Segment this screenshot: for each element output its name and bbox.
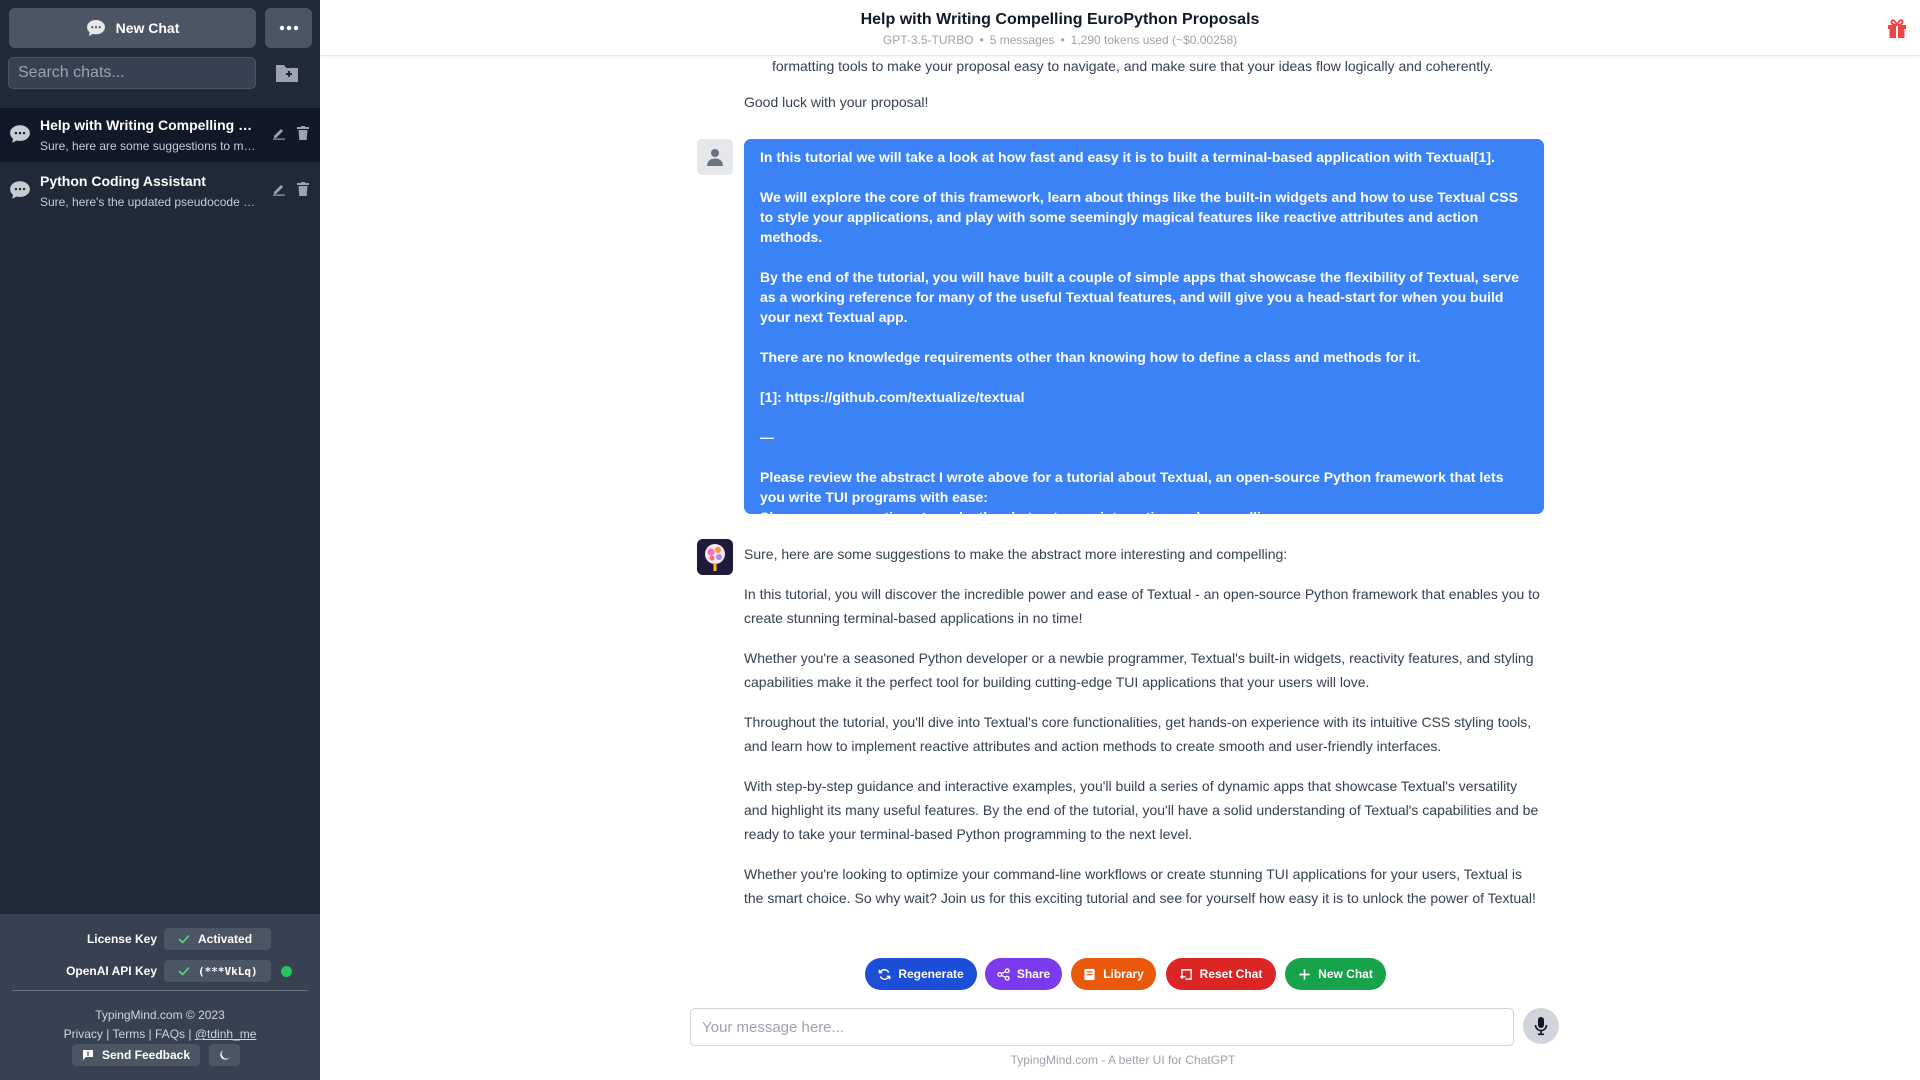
user-message: In this tutorial we will take a look at … (744, 139, 1544, 525)
footer-links: Privacy | Terms | FAQs | @tdinh_me (0, 1027, 320, 1041)
chat-item-preview: Sure, here's the updated pseudocode for … (40, 195, 258, 209)
meta-separator: • (979, 33, 984, 47)
assistant-message-paragraph: Sure, here are some suggestions to make … (744, 546, 1288, 562)
privacy-link[interactable]: Privacy (64, 1027, 103, 1041)
chat-bubble-icon (86, 20, 105, 36)
reset-chat-button[interactable]: Reset Chat (1166, 958, 1276, 990)
microphone-icon (1534, 1017, 1548, 1036)
footer-tagline: TypingMind.com - A better UI for ChatGPT (1010, 1053, 1236, 1067)
edit-pencil-icon[interactable] (272, 182, 286, 196)
share-label: Share (1016, 967, 1051, 981)
edit-pencil-icon[interactable] (272, 126, 286, 140)
regenerate-icon (878, 968, 891, 980)
chat-item-title: Help with Writing Compelling EuroPython … (40, 117, 258, 133)
chat-item-title: Python Coding Assistant (40, 173, 206, 189)
license-key-label: License Key (86, 932, 157, 946)
reset-chat-label: Reset Chat (1199, 967, 1263, 981)
new-chat-action-button[interactable]: New Chat (1285, 958, 1386, 990)
regenerate-button[interactable]: Regenerate (865, 958, 977, 990)
brain-icon (697, 539, 733, 575)
message-count: 5 messages (989, 33, 1055, 47)
twitter-handle-link[interactable]: @tdinh_me (195, 1027, 257, 1041)
license-key-status[interactable]: Activated (164, 928, 271, 950)
share-button[interactable]: Share (985, 958, 1062, 990)
assistant-message-paragraph: Whether you're a seasoned Python develop… (744, 650, 1534, 690)
sidebar: New Chat Help with Writing Compelling Eu… (0, 0, 320, 1080)
user-message-paragraph: [1]: https://github.com/textualize/textu… (760, 389, 1025, 405)
reset-icon (1179, 968, 1192, 981)
assistant-message-paragraph: With step-by-step guidance and interacti… (744, 778, 1539, 842)
chat-title: Help with Writing Compelling EuroPython … (860, 11, 1260, 28)
link-separator: | (106, 1027, 110, 1041)
previous-message-fragment: formatting tools to make your proposal e… (772, 58, 1494, 74)
chat-bubble-icon (10, 125, 30, 143)
previous-message-closing: Good luck with your proposal! (744, 94, 929, 110)
license-key-value: Activated (198, 932, 253, 946)
new-chat-button[interactable]: New Chat (9, 8, 256, 48)
assistant-message-paragraph: In this tutorial, you will discover the … (744, 586, 1540, 626)
assistant-message: Sure, here are some suggestions to make … (744, 542, 1544, 926)
plus-icon (1299, 968, 1310, 980)
terms-link[interactable]: Terms (113, 1027, 146, 1041)
gift-icon[interactable] (1886, 17, 1908, 39)
faqs-link[interactable]: FAQs (155, 1027, 185, 1041)
chat-list-item[interactable]: Python Coding Assistant Sure, here's the… (0, 164, 320, 218)
assistant-message-paragraph: Whether you're looking to optimize your … (744, 866, 1536, 906)
user-message-paragraph: In this tutorial we will take a look at … (760, 149, 1495, 165)
library-label: Library (1103, 967, 1144, 981)
share-icon (997, 967, 1010, 981)
user-message-paragraph: Show your suggestions to make the abstra… (760, 509, 1282, 525)
chat-bubble-icon (10, 181, 30, 199)
model-name: GPT-3.5-TURBO (882, 33, 974, 47)
regenerate-label: Regenerate (898, 967, 964, 981)
chat-item-preview: Sure, here are some suggestions to make … (40, 139, 258, 153)
trash-icon[interactable] (297, 126, 309, 140)
meta-separator: • (1060, 33, 1065, 47)
user-message-paragraph: There are no knowledge requirements othe… (760, 349, 1421, 365)
user-icon (707, 149, 723, 166)
user-message-paragraph: Please review the abstract I wrote above… (760, 469, 1508, 505)
library-button[interactable]: Library (1071, 958, 1156, 990)
trash-icon[interactable] (297, 182, 309, 196)
link-separator: | (148, 1027, 152, 1041)
chat-meta: GPT-3.5-TURBO • 5 messages • 1,290 tokens us… (320, 33, 1800, 47)
library-icon (1084, 968, 1095, 980)
more-dots-icon (279, 25, 298, 31)
copyright: TypingMind.com © 2023 (95, 1008, 225, 1022)
license-key-row: License Key Activated (0, 928, 320, 950)
chat-list-item[interactable]: Help with Writing Compelling EuroPython … (0, 108, 320, 162)
user-message-paragraph: — (760, 429, 774, 445)
new-folder-icon[interactable] (274, 61, 300, 85)
voice-input-button[interactable] (1523, 1008, 1559, 1044)
checkmark-icon (178, 934, 190, 944)
message-input[interactable] (690, 1008, 1514, 1046)
divider (12, 990, 308, 991)
user-avatar (697, 139, 733, 175)
user-message-paragraph: We will explore the core of this framewo… (760, 189, 1522, 245)
chat-actions: Regenerate Share Library Reset Chat New … (0, 958, 1920, 990)
token-usage: 1,290 tokens used (~$0.00258) (1070, 33, 1238, 47)
search-chats-input[interactable] (8, 57, 256, 89)
conversation: formatting tools to make your proposal e… (320, 56, 1920, 936)
user-message-paragraph: By the end of the tutorial, you will hav… (760, 269, 1523, 325)
new-chat-label: New Chat (115, 20, 180, 36)
new-chat-action-label: New Chat (1318, 967, 1373, 981)
assistant-message-paragraph: Throughout the tutorial, you'll dive int… (744, 714, 1532, 754)
assistant-avatar (697, 539, 733, 575)
link-separator: | (188, 1027, 192, 1041)
chat-header: Help with Writing Compelling EuroPython … (320, 0, 1920, 56)
more-options-button[interactable] (265, 8, 312, 48)
